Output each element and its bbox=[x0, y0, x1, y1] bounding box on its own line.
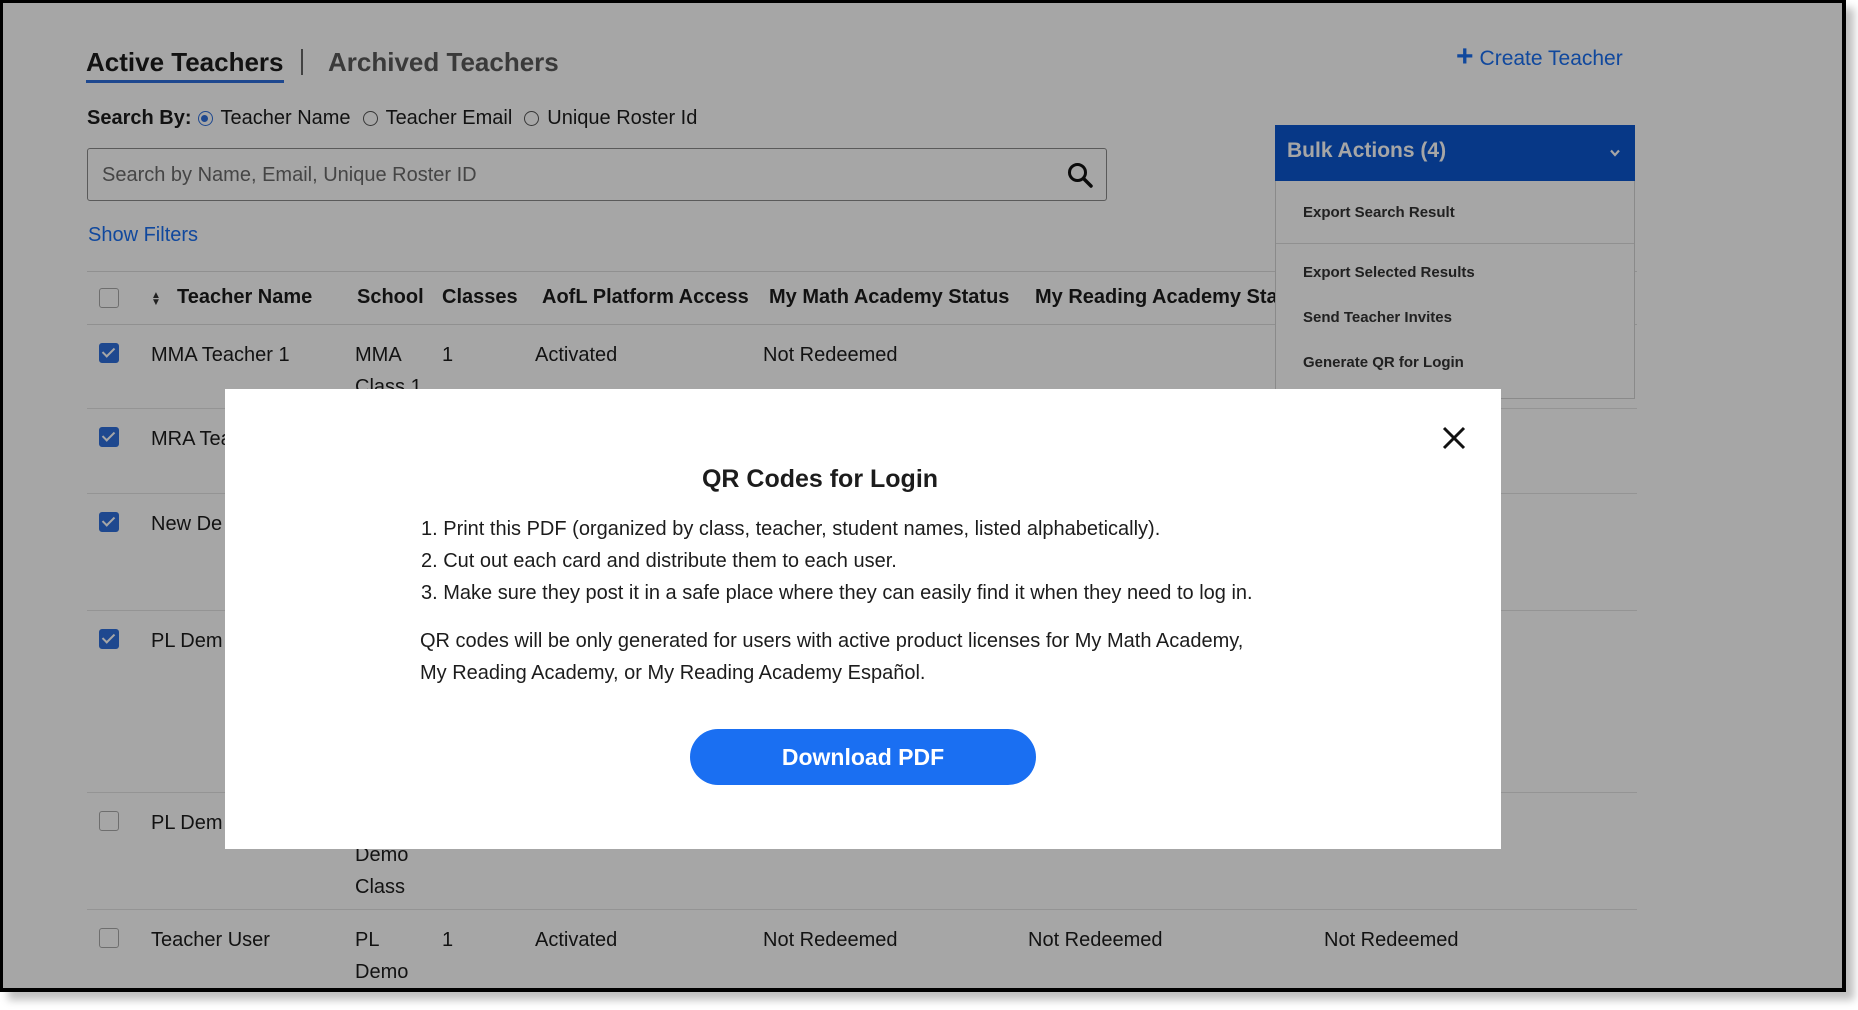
instruction-step: 3. Make sure they post it in a safe plac… bbox=[421, 582, 1253, 604]
license-note: QR codes will be only generated for user… bbox=[420, 625, 1320, 689]
download-pdf-button[interactable]: Download PDF bbox=[690, 729, 1036, 785]
modal-title: QR Codes for Login bbox=[701, 465, 939, 493]
screenshot-frame: Active Teachers Archived Teachers + Crea… bbox=[0, 0, 1846, 992]
license-note-line: QR codes will be only generated for user… bbox=[420, 630, 1244, 652]
instruction-steps: 1. Print this PDF (organized by class, t… bbox=[421, 513, 1253, 609]
license-note-line: My Reading Academy, or My Reading Academ… bbox=[420, 662, 926, 684]
close-icon[interactable] bbox=[1441, 425, 1467, 451]
qr-codes-modal: QR Codes for Login 1. Print this PDF (or… bbox=[225, 389, 1501, 849]
instruction-step: 1. Print this PDF (organized by class, t… bbox=[421, 518, 1161, 540]
instruction-step: 2. Cut out each card and distribute them… bbox=[421, 550, 897, 572]
